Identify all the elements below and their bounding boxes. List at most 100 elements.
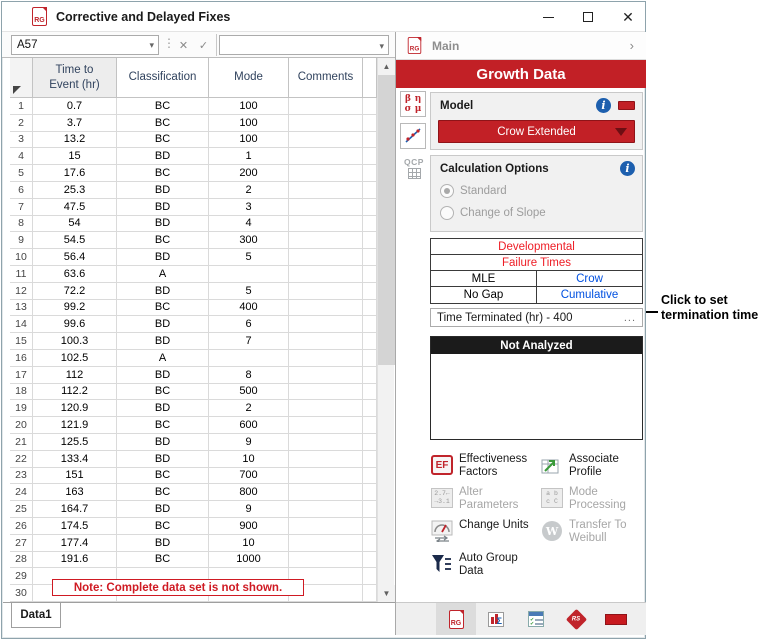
- row-number[interactable]: 1: [10, 98, 33, 115]
- row-number[interactable]: 20: [10, 417, 33, 434]
- sheet-cell[interactable]: 10: [209, 535, 289, 552]
- cell-reference-box[interactable]: A57 ▾: [11, 35, 159, 55]
- row-number[interactable]: 17: [10, 367, 33, 384]
- confirm-entry-button[interactable]: ✓: [194, 35, 213, 55]
- column-header-comments[interactable]: Comments: [289, 58, 363, 98]
- sheet-cell[interactable]: [289, 148, 363, 165]
- sheet-cell[interactable]: [289, 384, 363, 401]
- sheet-cell[interactable]: 400: [209, 300, 289, 317]
- row-number[interactable]: 13: [10, 300, 33, 317]
- row-number[interactable]: 11: [10, 266, 33, 283]
- sheet-cell[interactable]: [289, 283, 363, 300]
- minimize-button[interactable]: [533, 2, 563, 32]
- model-name-cell[interactable]: Crow: [537, 271, 642, 286]
- sheet-cell[interactable]: BD: [117, 316, 209, 333]
- change-units-button[interactable]: Change Units: [430, 519, 540, 545]
- sheet-cell[interactable]: 600: [209, 417, 289, 434]
- sheet-cell[interactable]: 1: [209, 148, 289, 165]
- row-number[interactable]: 29: [10, 568, 33, 585]
- sheet-cell[interactable]: 54: [33, 216, 117, 233]
- radio-change-of-slope[interactable]: Change of Slope: [440, 206, 642, 220]
- sheet-cell[interactable]: BD: [117, 434, 209, 451]
- sheet-cell[interactable]: 112: [33, 367, 117, 384]
- row-number[interactable]: 30: [10, 585, 33, 602]
- radio-standard[interactable]: Standard: [440, 184, 642, 198]
- row-number[interactable]: 25: [10, 501, 33, 518]
- sheet-cell[interactable]: BC: [117, 98, 209, 115]
- sheet-cell[interactable]: [289, 98, 363, 115]
- sheet-cell[interactable]: BC: [117, 165, 209, 182]
- column-header-classification[interactable]: Classification: [117, 58, 209, 98]
- sheet-cell[interactable]: BD: [117, 400, 209, 417]
- sheet-cell[interactable]: 100: [209, 132, 289, 149]
- sheet-cell[interactable]: BD: [117, 249, 209, 266]
- sheet-cell[interactable]: 700: [209, 468, 289, 485]
- sheet-cell[interactable]: 99.6: [33, 316, 117, 333]
- sheet-cell[interactable]: BC: [117, 115, 209, 132]
- sheet-cell[interactable]: 100: [209, 98, 289, 115]
- sheet-cell[interactable]: 9: [209, 434, 289, 451]
- sheet-cell[interactable]: [289, 115, 363, 132]
- sheet-cell[interactable]: 174.5: [33, 518, 117, 535]
- row-number[interactable]: 18: [10, 384, 33, 401]
- cancel-entry-button[interactable]: ✕: [174, 35, 193, 55]
- scroll-up-button[interactable]: ▲: [378, 58, 395, 75]
- sheet-cell[interactable]: BD: [117, 367, 209, 384]
- data-type-cell[interactable]: Developmental: [431, 239, 642, 254]
- column-header-time-to-event[interactable]: Time toEvent (hr): [33, 58, 117, 98]
- sheet-cell[interactable]: BC: [117, 518, 209, 535]
- sheet-cell[interactable]: 4: [209, 216, 289, 233]
- sheet-cell[interactable]: 900: [209, 518, 289, 535]
- qcp-button[interactable]: QCP: [400, 157, 428, 179]
- sheet-cell[interactable]: 72.2: [33, 283, 117, 300]
- sheet-cell[interactable]: A: [117, 266, 209, 283]
- plot-button[interactable]: [400, 123, 426, 149]
- sheet-cell[interactable]: BD: [117, 148, 209, 165]
- row-number[interactable]: 5: [10, 165, 33, 182]
- sheet-cell[interactable]: [289, 266, 363, 283]
- sheet-cell[interactable]: 102.5: [33, 350, 117, 367]
- sheet-cell[interactable]: [289, 417, 363, 434]
- sheet-cell[interactable]: 1000: [209, 552, 289, 569]
- scrollbar-thumb[interactable]: [378, 75, 395, 365]
- sheet-cell[interactable]: 121.9: [33, 417, 117, 434]
- sheet-cell[interactable]: 800: [209, 484, 289, 501]
- select-all-corner[interactable]: [10, 58, 33, 98]
- sheet-cell[interactable]: BC: [117, 384, 209, 401]
- row-number[interactable]: 7: [10, 199, 33, 216]
- sheet-cell[interactable]: 125.5: [33, 434, 117, 451]
- row-number[interactable]: 15: [10, 333, 33, 350]
- termination-ellipsis-button[interactable]: ...: [624, 312, 636, 324]
- panel-nav-bar[interactable]: RG Main ›: [396, 32, 646, 60]
- sheet-cell[interactable]: [289, 249, 363, 266]
- sheet-cell[interactable]: 8: [209, 367, 289, 384]
- row-number[interactable]: 23: [10, 468, 33, 485]
- sheet-cell[interactable]: BD: [117, 333, 209, 350]
- sheet-cell[interactable]: 2: [209, 400, 289, 417]
- sheet-cell[interactable]: BC: [117, 417, 209, 434]
- row-number[interactable]: 27: [10, 535, 33, 552]
- cell-reference-dropdown-icon[interactable]: ▾: [149, 40, 154, 51]
- scroll-down-button[interactable]: ▼: [378, 585, 395, 602]
- sheet-cell[interactable]: BD: [117, 283, 209, 300]
- sheet-cell[interactable]: 200: [209, 165, 289, 182]
- sheet-cell[interactable]: 133.4: [33, 451, 117, 468]
- sheet-cell[interactable]: [289, 333, 363, 350]
- effectiveness-factors-button[interactable]: EFEffectiveness Factors: [430, 453, 540, 479]
- sheet-cell[interactable]: 6: [209, 316, 289, 333]
- sheet-cell[interactable]: 500: [209, 384, 289, 401]
- sheet-cell[interactable]: 100.3: [33, 333, 117, 350]
- row-number[interactable]: 28: [10, 552, 33, 569]
- row-number[interactable]: 16: [10, 350, 33, 367]
- formula-dropdown-icon[interactable]: ▾: [379, 41, 384, 52]
- sheet-cell[interactable]: [289, 468, 363, 485]
- cumulative-setting-cell[interactable]: Cumulative: [537, 287, 642, 303]
- sheet-cell[interactable]: 3.7: [33, 115, 117, 132]
- sheet-cell[interactable]: 177.4: [33, 535, 117, 552]
- sheet-cell[interactable]: [289, 316, 363, 333]
- sheet-cell[interactable]: [289, 132, 363, 149]
- sheet-cell[interactable]: BC: [117, 132, 209, 149]
- sheet-cell[interactable]: 191.6: [33, 552, 117, 569]
- chevron-right-icon[interactable]: ›: [630, 38, 634, 53]
- sheet-cell[interactable]: BD: [117, 216, 209, 233]
